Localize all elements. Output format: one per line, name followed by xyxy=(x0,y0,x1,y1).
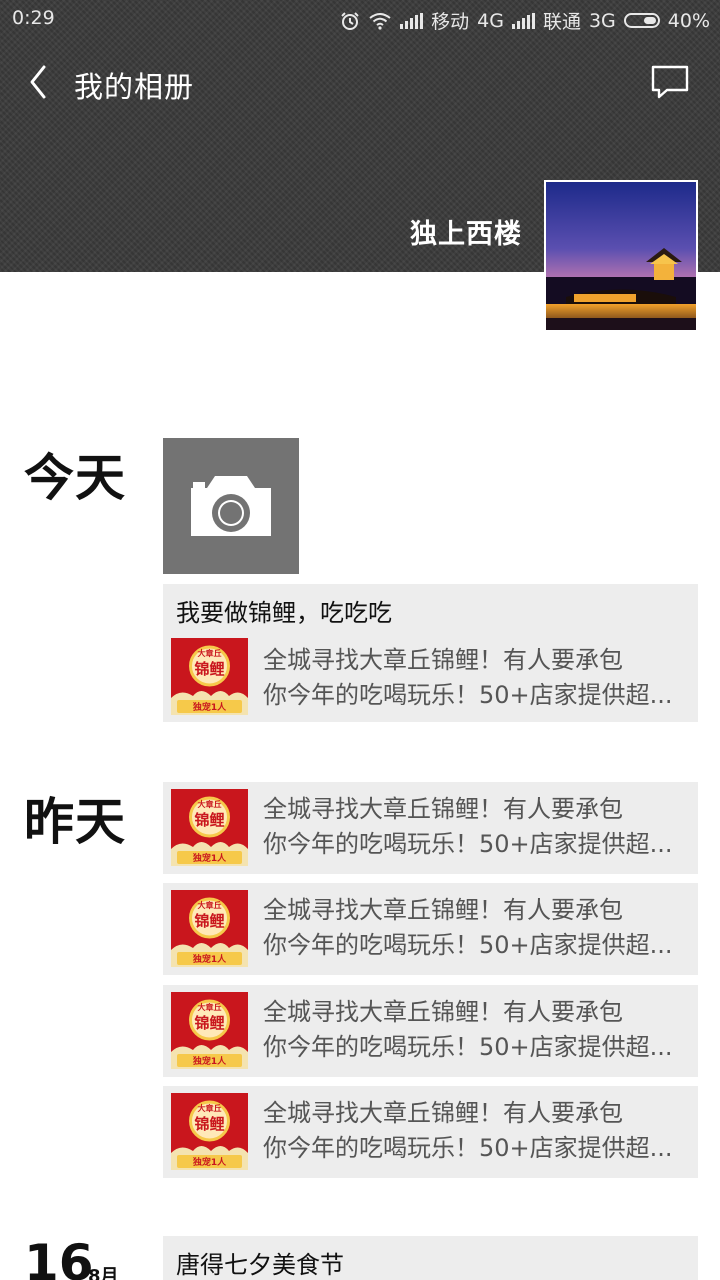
back-button[interactable] xyxy=(20,62,60,102)
link-thumbnail: 大章丘锦鲤独宠1人 xyxy=(171,992,248,1069)
koi-promo-image: 大章丘锦鲤独宠1人 xyxy=(171,890,248,967)
link-title-line2: 你今年的吃喝玩乐！50+店家提供超... xyxy=(263,1134,673,1162)
svg-text:锦鲤: 锦鲤 xyxy=(194,912,224,930)
svg-text:锦鲤: 锦鲤 xyxy=(194,1014,224,1032)
link-title-line2: 你今年的吃喝玩乐！50+店家提供超... xyxy=(263,1033,673,1061)
link-thumbnail: 大章丘锦鲤独宠1人 xyxy=(171,638,248,715)
link-title: 全城寻找大章丘锦鲤！有人要承包 你今年的吃喝玩乐！50+店家提供超... xyxy=(263,893,688,963)
page-title: 我的相册 xyxy=(74,70,195,104)
avatar-image xyxy=(546,182,696,330)
hd-signal-icon xyxy=(400,12,424,29)
link-title-line1: 全城寻找大章丘锦鲤！有人要承包 xyxy=(263,795,623,823)
link-card[interactable]: 大章丘锦鲤独宠1人 全城寻找大章丘锦鲤！有人要承包 你今年的吃喝玩乐！50+店家… xyxy=(163,782,698,874)
post-text: 唐得七夕美食节 xyxy=(176,1251,344,1279)
svg-text:大章丘: 大章丘 xyxy=(198,648,222,658)
svg-text:独宠1人: 独宠1人 xyxy=(192,1156,227,1168)
link-card[interactable]: 大章丘锦鲤独宠1人 全城寻找大章丘锦鲤！有人要承包 你今年的吃喝玩乐！50+店家… xyxy=(163,985,698,1077)
messages-button[interactable] xyxy=(650,64,690,100)
avatar[interactable] xyxy=(544,180,698,332)
carrier2-label: 联通 xyxy=(542,11,581,33)
carrier1-label: 移动 xyxy=(431,11,470,33)
link-title: 全城寻找大章丘锦鲤！有人要承包 你今年的吃喝玩乐！50+店家提供超... xyxy=(263,995,688,1065)
link-thumbnail: 大章丘锦鲤独宠1人 xyxy=(171,789,248,866)
username[interactable]: 独上西楼 xyxy=(410,212,522,251)
message-icon xyxy=(651,65,689,99)
signal-icon xyxy=(511,12,535,29)
koi-promo-image: 大章丘锦鲤独宠1人 xyxy=(171,789,248,866)
title-bar: 我的相册 xyxy=(0,48,720,116)
chevron-left-icon xyxy=(30,65,46,99)
add-photo-button[interactable] xyxy=(163,438,299,574)
svg-text:大章丘: 大章丘 xyxy=(198,1002,222,1012)
date-day: 16 xyxy=(24,1234,94,1280)
svg-text:独宠1人: 独宠1人 xyxy=(192,701,227,713)
link-title-line2: 你今年的吃喝玩乐！50+店家提供超... xyxy=(263,931,673,959)
alarm-icon xyxy=(341,11,359,30)
svg-text:独宠1人: 独宠1人 xyxy=(192,1055,227,1067)
svg-text:独宠1人: 独宠1人 xyxy=(192,953,227,965)
svg-text:独宠1人: 独宠1人 xyxy=(192,852,227,864)
post-card-today[interactable]: 我要做锦鲤，吃吃吃 大章丘锦鲤独宠1人 全城寻找大章丘锦鲤！有人要承包 你今年的… xyxy=(163,584,698,722)
link-thumbnail: 大章丘锦鲤独宠1人 xyxy=(171,1093,248,1170)
link-title-line2: 你今年的吃喝玩乐！50+店家提供超... xyxy=(263,681,673,709)
post-card-older[interactable]: 唐得七夕美食节 xyxy=(163,1236,698,1280)
link-thumbnail: 大章丘锦鲤独宠1人 xyxy=(171,890,248,967)
koi-promo-image: 大章丘锦鲤独宠1人 xyxy=(171,638,248,715)
link-title: 全城寻找大章丘锦鲤！有人要承包 你今年的吃喝玩乐！50+店家提供超... xyxy=(263,792,688,862)
album-page: 0:29 移动 4G 联通 3G 40% 我的相册 独上西楼 今天 我要做锦鲤，… xyxy=(0,0,720,1280)
network2-label: 3G xyxy=(588,9,616,32)
link-title: 全城寻找大章丘锦鲤！有人要承包 你今年的吃喝玩乐！50+店家提供超... xyxy=(263,1096,688,1166)
link-title: 全城寻找大章丘锦鲤！有人要承包 你今年的吃喝玩乐！50+店家提供超... xyxy=(263,643,688,713)
link-title-line1: 全城寻找大章丘锦鲤！有人要承包 xyxy=(263,646,623,674)
link-title-line2: 你今年的吃喝玩乐！50+店家提供超... xyxy=(263,830,673,858)
link-title-line1: 全城寻找大章丘锦鲤！有人要承包 xyxy=(263,896,623,924)
network1-label: 4G xyxy=(477,9,504,32)
link-title-line1: 全城寻找大章丘锦鲤！有人要承包 xyxy=(263,1099,623,1127)
battery-level: 40% xyxy=(667,9,710,32)
koi-promo-image: 大章丘锦鲤独宠1人 xyxy=(171,992,248,1069)
day-label-today: 今天 xyxy=(24,449,126,507)
svg-text:锦鲤: 锦鲤 xyxy=(194,1115,224,1133)
battery-icon xyxy=(623,13,660,28)
link-title-line1: 全城寻找大章丘锦鲤！有人要承包 xyxy=(263,998,623,1026)
link-card[interactable]: 大章丘锦鲤独宠1人 全城寻找大章丘锦鲤！有人要承包 你今年的吃喝玩乐！50+店家… xyxy=(163,1086,698,1178)
koi-promo-image: 大章丘锦鲤独宠1人 xyxy=(171,1093,248,1170)
svg-text:锦鲤: 锦鲤 xyxy=(194,660,224,678)
day-label-yesterday: 昨天 xyxy=(24,793,126,851)
post-text: 我要做锦鲤，吃吃吃 xyxy=(176,599,392,627)
date-month: 8月 xyxy=(88,1266,119,1280)
camera-icon xyxy=(191,476,271,536)
svg-text:大章丘: 大章丘 xyxy=(198,799,222,809)
status-right: 移动 4G 联通 3G 40% xyxy=(340,7,710,34)
svg-text:大章丘: 大章丘 xyxy=(198,900,222,910)
svg-text:大章丘: 大章丘 xyxy=(198,1103,222,1113)
svg-text:锦鲤: 锦鲤 xyxy=(194,811,224,829)
link-card[interactable]: 大章丘锦鲤独宠1人 全城寻找大章丘锦鲤！有人要承包 你今年的吃喝玩乐！50+店家… xyxy=(163,883,698,975)
wifi-icon xyxy=(369,12,391,30)
status-bar: 0:29 移动 4G 联通 3G 40% xyxy=(0,0,720,38)
status-time: 0:29 xyxy=(12,7,55,29)
